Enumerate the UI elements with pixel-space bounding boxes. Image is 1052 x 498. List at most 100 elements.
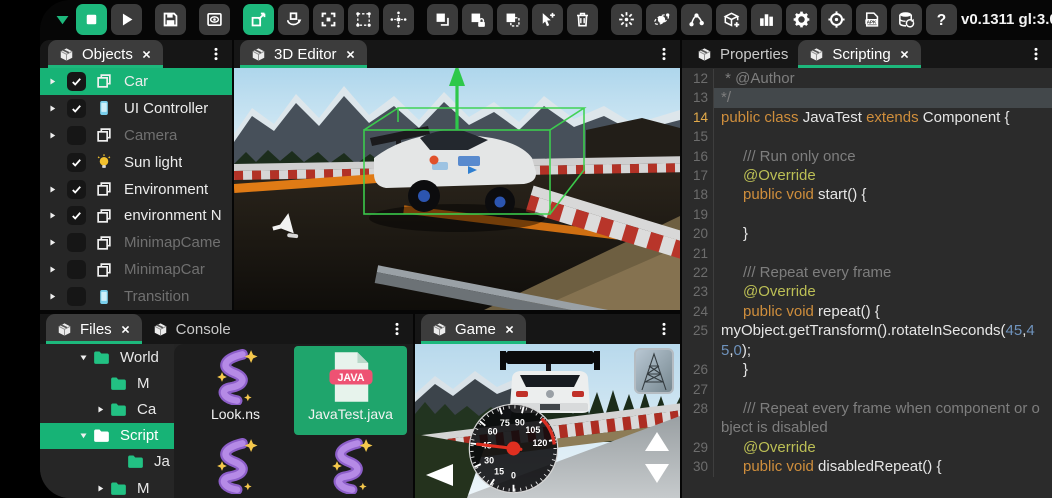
play-button[interactable] — [111, 4, 142, 35]
accelerate-button[interactable] — [645, 432, 669, 451]
particles-button[interactable] — [611, 4, 642, 35]
visibility-checkbox[interactable] — [67, 287, 86, 306]
visibility-checkbox[interactable] — [67, 233, 86, 252]
bounds-tool-button[interactable] — [348, 4, 379, 35]
expand-arrow-icon[interactable] — [47, 210, 62, 221]
close-icon[interactable] — [119, 323, 132, 336]
expand-arrow-icon[interactable] — [47, 130, 62, 141]
expand-arrow-icon[interactable] — [78, 352, 92, 363]
expand-arrow-icon[interactable] — [47, 237, 62, 248]
game-view[interactable]: 0153045607590105120 — [415, 344, 680, 498]
add-object-button[interactable] — [716, 4, 747, 35]
visibility-checkbox[interactable] — [67, 99, 86, 118]
stats-button[interactable] — [751, 4, 782, 35]
copy-button[interactable] — [427, 4, 458, 35]
visibility-checkbox[interactable] — [67, 180, 86, 199]
editor-menu-button[interactable] — [648, 40, 680, 68]
code-menu-button[interactable] — [1020, 40, 1052, 68]
expand-arrow-icon[interactable] — [95, 404, 109, 415]
folder-icon — [109, 479, 129, 498]
pointer-add-button[interactable] — [532, 4, 563, 35]
object-row-environment[interactable]: Environment — [40, 176, 232, 203]
folder-row-m[interactable]: M — [40, 370, 174, 396]
object-row-environment-n[interactable]: environment N — [40, 202, 232, 229]
object-row-ui-controller[interactable]: UI Controller — [40, 95, 232, 122]
game-menu-button[interactable] — [648, 314, 680, 344]
scale-tool-button[interactable] — [313, 4, 344, 35]
tab-scripting[interactable]: Scripting — [798, 40, 920, 68]
run-dropdown-button[interactable] — [52, 4, 72, 35]
folder-label: Script — [120, 427, 158, 444]
rotate-tool-button[interactable] — [278, 4, 309, 35]
save-button[interactable] — [155, 4, 186, 35]
expand-arrow-icon[interactable] — [47, 103, 62, 114]
delete-button[interactable] — [567, 4, 598, 35]
file-look-ns[interactable]: Look.ns — [179, 346, 292, 435]
settings-button[interactable] — [786, 4, 817, 35]
file-minimapcar-ns[interactable]: MinimapCar.ns — [179, 435, 292, 498]
node-graph-button[interactable] — [681, 4, 712, 35]
visibility-checkbox[interactable] — [67, 206, 86, 225]
file-javatest-java[interactable]: JAVAJavaTest.java — [294, 346, 407, 435]
tab-game[interactable]: Game — [421, 314, 526, 344]
steer-left-button[interactable] — [426, 464, 453, 486]
tab-3d-editor-label: 3D Editor — [274, 46, 337, 63]
object-row-transition[interactable]: Transition — [40, 283, 232, 310]
object-row-car[interactable]: Car — [40, 68, 232, 95]
copy-lock-button[interactable] — [462, 4, 493, 35]
folder-row-script[interactable]: Script — [40, 423, 174, 449]
close-icon[interactable] — [140, 48, 153, 61]
object-row-minimapcar[interactable]: MinimapCar — [40, 256, 232, 283]
object-row-minimapcame[interactable]: MinimapCame — [40, 229, 232, 256]
objects-menu-button[interactable] — [200, 40, 232, 68]
scene-preview-button[interactable] — [199, 4, 230, 35]
object-row-sun-light[interactable]: Sun light — [40, 149, 232, 176]
tab-properties[interactable]: Properties — [686, 40, 798, 68]
file-lod-ns[interactable]: LOD.ns — [294, 435, 407, 498]
object-label: environment N — [124, 207, 222, 224]
visibility-checkbox[interactable] — [67, 260, 86, 279]
svg-text:JAVA: JAVA — [337, 372, 364, 384]
folder-row-ca[interactable]: Ca — [40, 396, 174, 422]
object-label: Transition — [124, 288, 189, 305]
tab-console[interactable]: Console — [142, 314, 241, 344]
close-icon[interactable] — [898, 48, 911, 61]
close-icon[interactable] — [503, 323, 516, 336]
tab-properties-label: Properties — [720, 46, 788, 63]
expand-arrow-icon[interactable] — [78, 430, 92, 441]
tab-3d-editor[interactable]: 3D Editor — [240, 40, 367, 68]
folder-row-m[interactable]: M — [40, 475, 174, 498]
expand-arrow-icon[interactable] — [95, 483, 109, 494]
tab-files[interactable]: Files — [46, 314, 142, 344]
database-sync-button[interactable] — [891, 4, 922, 35]
phone-icon — [95, 99, 115, 117]
target-button[interactable] — [821, 4, 852, 35]
tab-objects[interactable]: Objects — [48, 40, 163, 68]
folder-row-ja[interactable]: Ja — [40, 449, 174, 475]
help-button[interactable]: ? — [926, 4, 957, 35]
svg-text:15: 15 — [494, 466, 504, 476]
visibility-checkbox[interactable] — [67, 126, 86, 145]
folder-row-world[interactable]: World — [40, 344, 174, 370]
apk-export-button[interactable]: APK — [856, 4, 887, 35]
brake-button[interactable] — [645, 464, 669, 483]
stop-button[interactable] — [76, 4, 107, 35]
visibility-checkbox[interactable] — [67, 72, 86, 91]
expand-arrow-icon[interactable] — [47, 184, 62, 195]
duplicate-button[interactable] — [497, 4, 528, 35]
3d-viewport[interactable] — [234, 68, 680, 310]
close-icon[interactable] — [344, 48, 357, 61]
code-line-29: 29@Override — [682, 438, 1052, 457]
files-menu-button[interactable] — [381, 314, 413, 344]
center-tool-button[interactable] — [383, 4, 414, 35]
object-row-camera[interactable]: Camera — [40, 122, 232, 149]
move-tool-button[interactable] — [243, 4, 274, 35]
obj-icon — [95, 126, 115, 144]
expand-arrow-icon[interactable] — [47, 76, 62, 87]
expand-arrow-icon[interactable] — [47, 291, 62, 302]
code-editor[interactable]: 12 * @Author13*/14public class JavaTest … — [682, 68, 1052, 498]
orbit-button[interactable] — [646, 4, 677, 35]
apk-icon: APK — [862, 10, 881, 29]
expand-arrow-icon[interactable] — [47, 264, 62, 275]
visibility-checkbox[interactable] — [67, 153, 86, 172]
